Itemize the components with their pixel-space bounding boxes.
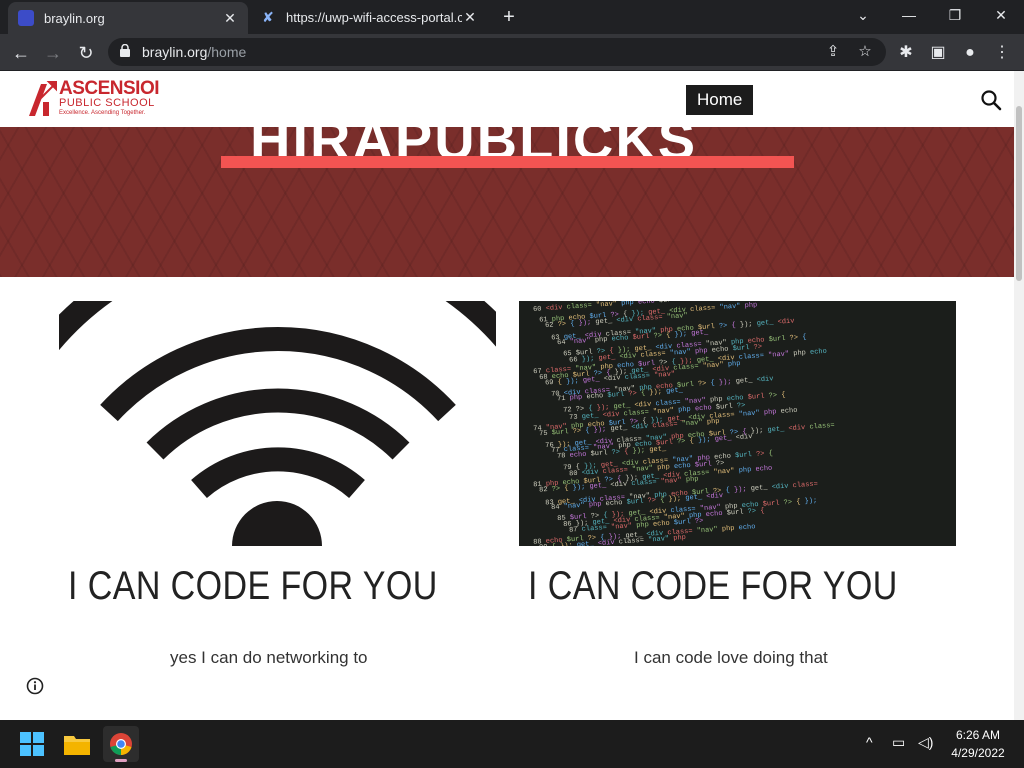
logo-subtitle: PUBLIC SCHOOL [59, 97, 155, 109]
clock-time: 6:26 AM [955, 728, 1001, 742]
code-screenshot-image: 60 <div class= "nav" php echo $url 61 ph… [519, 301, 956, 546]
bookmark-star-icon[interactable]: ☆ [856, 43, 874, 61]
start-button[interactable] [14, 726, 50, 762]
url-host: braylin.org [142, 44, 208, 60]
extensions-icon[interactable]: ✱ [896, 43, 916, 63]
active-app-indicator [115, 759, 127, 762]
windows-logo-icon [20, 732, 44, 756]
nav-home-link[interactable]: Home [686, 85, 754, 115]
restore-button[interactable]: ❐ [932, 0, 978, 30]
logo-tagline: Excellence. Ascending Together. [59, 110, 146, 116]
card-title: I CAN CODE FOR YOU [528, 564, 898, 608]
reload-button[interactable]: ↻ [73, 40, 99, 66]
page-viewport: HIRAPUBLICKS ASCENSIOI PUBLIC SCHOOL Exc… [0, 71, 1014, 720]
show-hidden-icons-icon[interactable]: ^ [866, 734, 873, 750]
hero-accent-bar [221, 156, 794, 168]
site-favicon-icon [18, 10, 34, 26]
side-panel-icon[interactable]: ▣ [928, 43, 948, 63]
school-logo[interactable]: ASCENSIOI PUBLIC SCHOOL Excellence. Asce… [27, 78, 172, 120]
volume-icon[interactable]: ◁) [918, 734, 933, 751]
site-header: ASCENSIOI PUBLIC SCHOOL Excellence. Asce… [0, 71, 1014, 127]
lock-icon [120, 44, 130, 57]
card-text: yes I can do networking to [170, 648, 368, 667]
url-path: /home [207, 44, 247, 60]
network-icon[interactable]: ▭ [892, 734, 905, 751]
portal-favicon-icon: ✘ [262, 9, 274, 25]
logo-arrow-icon [29, 81, 57, 116]
back-button[interactable]: ← [8, 40, 34, 66]
chrome-icon [110, 733, 132, 755]
clock-date: 4/29/2022 [951, 746, 1005, 760]
tab-title: braylin.org [44, 10, 105, 26]
folder-icon [64, 736, 90, 755]
new-tab-button[interactable]: + [498, 6, 520, 28]
address-bar[interactable]: braylin.org/home ⇪ ☆ [108, 38, 886, 66]
scrollbar-thumb[interactable] [1016, 106, 1022, 281]
card-title: I CAN CODE FOR YOU [68, 564, 438, 608]
tab-title: https://uwp-wifi-access-portal.co [286, 9, 462, 25]
page-scrollbar[interactable] [1014, 71, 1024, 720]
file-explorer-button[interactable] [59, 726, 95, 762]
tab-wifi-portal[interactable]: ✘ https://uwp-wifi-access-portal.co ✕ [250, 0, 488, 34]
tab-braylin[interactable]: braylin.org ✕ [8, 2, 248, 34]
browser-titlebar: braylin.org ✕ ✘ https://uwp-wifi-access-… [0, 0, 1024, 34]
close-tab-icon[interactable]: ✕ [222, 10, 238, 27]
taskbar-clock[interactable]: 6:26 AM 4/29/2022 [940, 726, 1016, 762]
share-icon[interactable]: ⇪ [824, 43, 842, 61]
chrome-taskbar-button[interactable] [103, 726, 139, 762]
browser-toolbar: ← → ↻ braylin.org/home ⇪ ☆ ✱ ▣ ● ⋮ [0, 34, 1024, 71]
forward-button[interactable]: → [40, 40, 66, 66]
menu-icon[interactable]: ⋮ [992, 43, 1012, 63]
close-window-button[interactable]: ✕ [978, 0, 1024, 30]
wifi-icon [59, 301, 496, 546]
windows-taskbar: ^ ▭ ◁) 6:26 AM 4/29/2022 [0, 720, 1024, 768]
tab-search-icon[interactable]: ⌄ [840, 0, 886, 30]
minimize-button[interactable]: — [886, 0, 932, 30]
close-tab-icon[interactable]: ✕ [462, 9, 478, 26]
info-icon[interactable] [26, 677, 44, 695]
search-icon[interactable] [980, 89, 1002, 111]
profile-icon[interactable]: ● [960, 43, 980, 63]
card-text: I can code love doing that [634, 648, 828, 667]
